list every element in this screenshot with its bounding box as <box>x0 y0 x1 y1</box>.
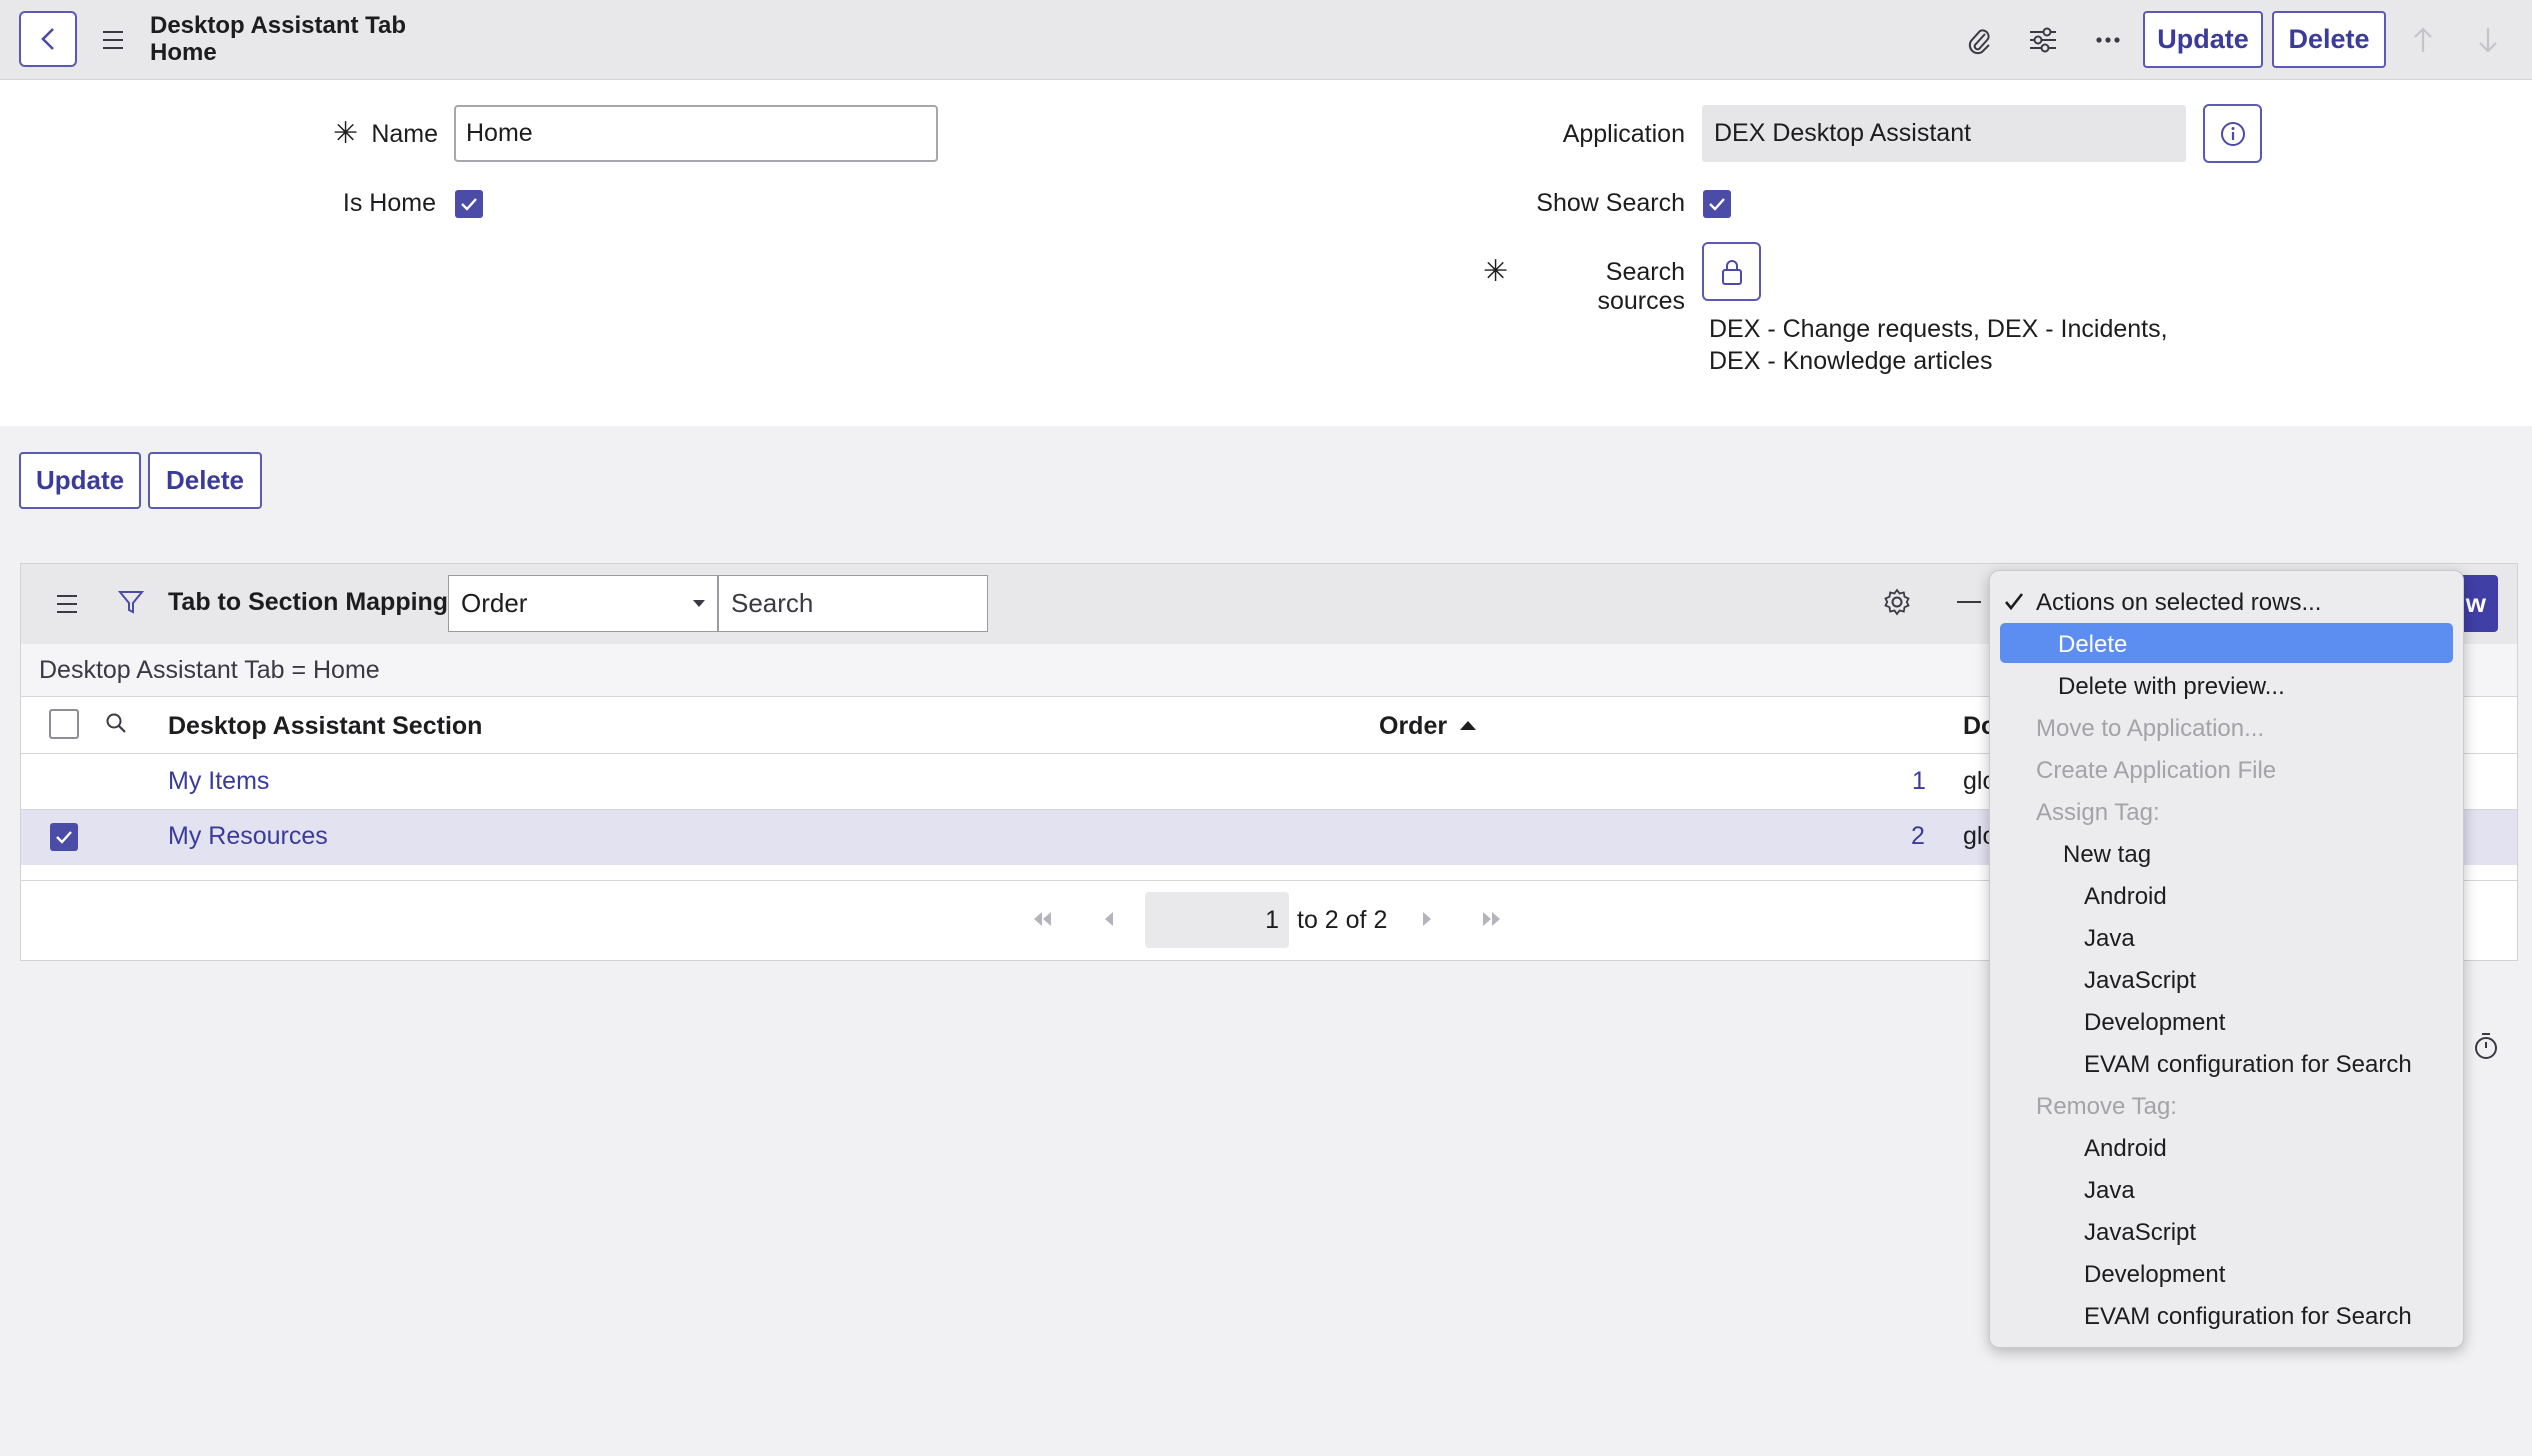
search-field-select[interactable]: Order <box>448 575 718 632</box>
menu-item-remove-evam[interactable]: EVAM configuration for Search <box>2084 1303 2412 1331</box>
menu-header-actions[interactable]: Actions on selected rows... <box>2036 589 2321 617</box>
caret-down-icon <box>693 600 705 608</box>
application-field: DEX Desktop Assistant <box>1702 105 2186 162</box>
search-sources-label: Search sources <box>1597 258 1685 315</box>
previous-record-arrow-icon[interactable] <box>2408 22 2438 58</box>
menu-item-delete-with-preview[interactable]: Delete with preview... <box>2058 673 2285 701</box>
row-select-checkbox[interactable] <box>50 823 78 851</box>
row-section-link[interactable]: My Resources <box>168 822 328 851</box>
menu-item-assign-android[interactable]: Android <box>2084 883 2167 911</box>
menu-item-remove-javascript[interactable]: JavaScript <box>2084 1219 2196 1247</box>
actions-dropdown-menu: Actions on selected rows... Delete Delet… <box>1989 570 2464 1348</box>
personalize-sliders-icon[interactable] <box>2025 22 2061 58</box>
column-header-section[interactable]: Desktop Assistant Section <box>168 712 482 741</box>
record-type-title: Desktop Assistant Tab <box>150 12 407 39</box>
collapse-list-icon[interactable] <box>1957 601 1981 603</box>
row-order-value[interactable]: 1 <box>1912 767 1926 796</box>
next-record-arrow-icon[interactable] <box>2473 22 2503 58</box>
menu-group-assign-tag: Assign Tag: <box>2036 799 2160 826</box>
menu-item-assign-evam[interactable]: EVAM configuration for Search <box>2084 1051 2412 1079</box>
info-icon <box>2220 121 2246 147</box>
next-page-icon[interactable] <box>1420 909 1434 929</box>
menu-item-create-application-file: Create Application File <box>2036 757 2277 784</box>
search-sources-value-line1: DEX - Change requests, DEX - Incidents, <box>1709 315 2168 343</box>
name-label: Name <box>371 120 438 148</box>
checkmark-icon <box>2004 591 2024 611</box>
column-search-icon[interactable] <box>104 711 128 735</box>
checkmark-icon <box>459 196 479 212</box>
select-all-checkbox[interactable] <box>49 709 79 739</box>
header-update-button[interactable]: Update <box>2143 11 2263 68</box>
show-search-label: Show Search <box>1536 189 1685 217</box>
column-header-order[interactable]: Order <box>1379 712 1447 741</box>
paperclip-icon[interactable] <box>1962 22 1996 58</box>
filter-funnel-icon[interactable] <box>117 588 145 616</box>
previous-page-icon[interactable] <box>1102 909 1116 929</box>
row-order-value[interactable]: 2 <box>1911 822 1925 851</box>
menu-item-delete[interactable]: Delete <box>2058 631 2127 659</box>
list-search-input[interactable]: Search <box>718 575 988 632</box>
application-label: Application <box>1562 120 1685 148</box>
checkmark-icon <box>1707 196 1727 212</box>
last-page-icon[interactable] <box>1480 909 1504 929</box>
search-sources-value-line2: DEX - Knowledge articles <box>1709 347 1993 375</box>
page-number-input[interactable]: 1 <box>1145 892 1289 948</box>
chevron-left-icon <box>39 26 57 52</box>
response-time-icon[interactable] <box>2473 1032 2499 1060</box>
form-update-button[interactable]: Update <box>19 452 141 509</box>
is-home-label: Is Home <box>342 189 436 217</box>
list-search-placeholder: Search <box>731 588 814 618</box>
menu-item-remove-android[interactable]: Android <box>2084 1135 2167 1163</box>
filter-breadcrumb[interactable]: Desktop Assistant Tab = Home <box>39 656 380 685</box>
pagination-range: to 2 of 2 <box>1297 906 1388 934</box>
menu-item-remove-java[interactable]: Java <box>2084 1177 2135 1205</box>
required-asterisk: ✳ <box>1483 255 1509 288</box>
record-name-title: Home <box>150 39 217 66</box>
related-list-title: Tab to Section Mappings <box>168 588 462 616</box>
list-context-menu-icon[interactable] <box>57 592 77 616</box>
menu-item-assign-development[interactable]: Development <box>2084 1009 2225 1037</box>
menu-item-assign-java[interactable]: Java <box>2084 925 2135 953</box>
menu-item-remove-development[interactable]: Development <box>2084 1261 2225 1289</box>
new-button-label: w <box>2465 588 2486 618</box>
menu-group-remove-tag: Remove Tag: <box>2036 1093 2177 1120</box>
checkmark-icon <box>54 829 74 845</box>
form-delete-button[interactable]: Delete <box>148 452 262 509</box>
required-asterisk: ✳ <box>333 117 359 150</box>
application-info-button[interactable] <box>2203 104 2262 163</box>
menu-item-new-tag[interactable]: New tag <box>2063 841 2151 869</box>
menu-item-move-to-application: Move to Application... <box>2036 715 2265 742</box>
search-sources-lock-button[interactable] <box>1702 242 1761 301</box>
sort-ascending-icon <box>1460 720 1476 730</box>
back-button[interactable] <box>19 11 77 67</box>
page-number-value: 1 <box>1265 905 1279 934</box>
menu-item-assign-javascript[interactable]: JavaScript <box>2084 967 2196 995</box>
header-delete-button[interactable]: Delete <box>2272 11 2386 68</box>
is-home-checkbox[interactable] <box>455 190 483 218</box>
search-field-select-value: Order <box>461 588 528 618</box>
row-section-link[interactable]: My Items <box>168 767 269 796</box>
first-page-icon[interactable] <box>1030 909 1054 929</box>
lock-icon <box>1720 258 1744 286</box>
context-menu-icon[interactable] <box>103 28 123 52</box>
list-settings-gear-icon[interactable] <box>1882 587 1912 617</box>
more-options-icon[interactable] <box>2090 24 2126 56</box>
show-search-checkbox[interactable] <box>1703 190 1731 218</box>
name-input[interactable]: Home <box>454 105 938 162</box>
